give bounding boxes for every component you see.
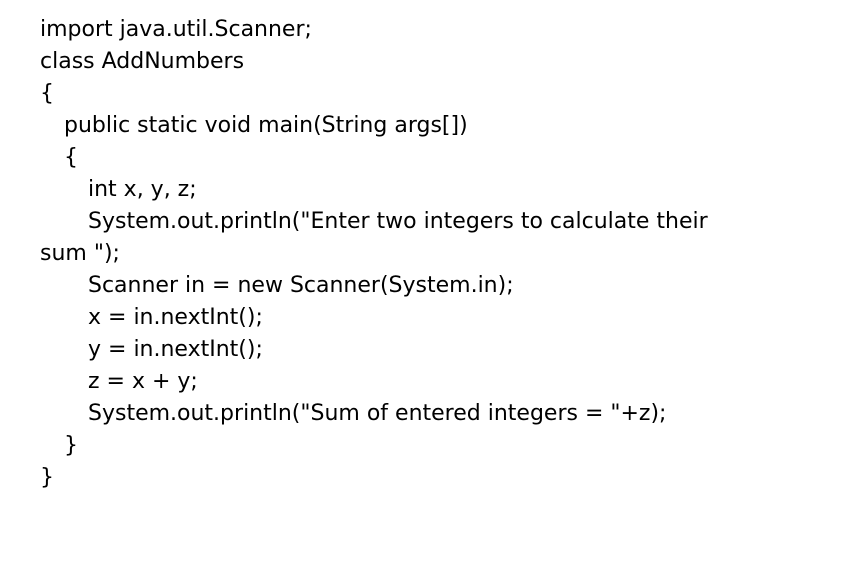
code-line-class-open-brace: {	[40, 81, 54, 106]
code-line-main-signature: public static void main(String args[])	[64, 113, 468, 138]
code-line-main-open-brace: {	[64, 145, 78, 170]
code-line-read-y: y = in.nextInt();	[88, 337, 263, 362]
code-line-result-print: System.out.println("Sum of entered integ…	[88, 401, 667, 426]
code-line-sum: z = x + y;	[88, 369, 198, 394]
code-line-main-close-brace: }	[64, 433, 78, 458]
code-line-prompt-print: System.out.println("Enter two integers t…	[88, 209, 708, 234]
code-line-scanner-init: Scanner in = new Scanner(System.in);	[88, 273, 514, 298]
code-line-import: import java.util.Scanner;	[40, 17, 312, 42]
code-line-read-x: x = in.nextInt();	[88, 305, 263, 330]
code-line-class-declaration: class AddNumbers	[40, 49, 245, 74]
code-line-class-close-brace: }	[40, 465, 54, 490]
code-line-prompt-print-wrap: sum ");	[40, 241, 120, 266]
code-line-variable-declaration: int x, y, z;	[88, 177, 197, 202]
code-block: import java.util.Scanner; class AddNumbe…	[40, 14, 840, 494]
